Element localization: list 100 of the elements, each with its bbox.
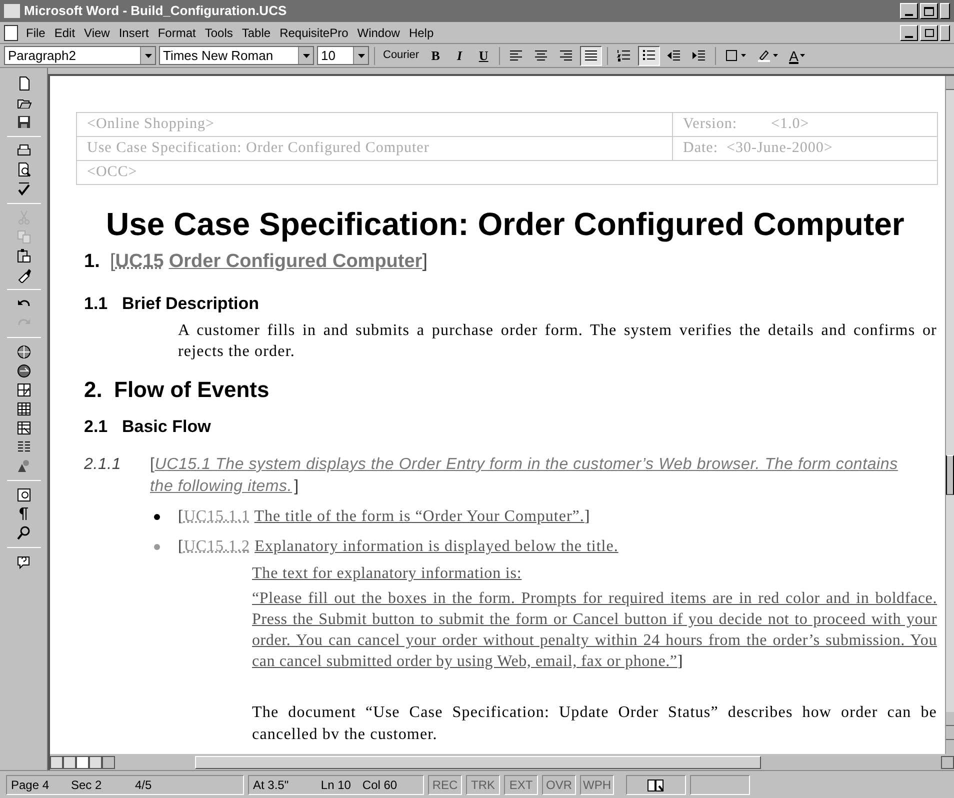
section-heading: Brief Description <box>122 293 259 315</box>
spelling-icon[interactable] <box>16 181 32 197</box>
table-cell: <Online Shopping> <box>77 113 673 136</box>
step-number: 2.1.1 <box>84 455 122 475</box>
caret-icon[interactable] <box>358 54 364 58</box>
align-center-icon <box>534 49 548 62</box>
font-color-button[interactable]: A <box>785 46 810 66</box>
document-title: Use Case Specification: Order Configured Computer <box>106 205 906 243</box>
style-dropdown[interactable]: Paragraph2 <box>4 46 156 65</box>
window-title: Microsoft Word - Build_Configuration.UCS <box>24 2 287 20</box>
highlight-icon <box>757 49 772 62</box>
save-icon[interactable] <box>16 114 32 130</box>
heading-number: 1. <box>84 250 101 274</box>
numbering-icon <box>617 49 632 62</box>
justify-button[interactable] <box>580 46 602 66</box>
underline-button[interactable]: U <box>473 46 494 66</box>
table-cell-text: Version: <1.0> <box>682 115 810 134</box>
maximize-button[interactable] <box>920 3 938 19</box>
bullets-button[interactable] <box>638 46 660 66</box>
status-indicator[interactable]: WPH <box>580 774 614 794</box>
spreadsheet-icon[interactable] <box>16 420 32 436</box>
caret-icon[interactable] <box>800 54 806 57</box>
status-panel <box>690 774 750 794</box>
requirement-tag: UC15 <box>115 247 164 277</box>
list-item-text: [UC15.1.2 Explanatory information is displayed below the title. <box>178 537 618 557</box>
document-map-icon[interactable] <box>16 487 32 503</box>
font-dropdown[interactable]: Times New Roman <box>159 46 314 65</box>
horizontal-scrollbar[interactable] <box>195 756 954 768</box>
menu-item[interactable]: Window <box>357 24 400 42</box>
align-left-icon <box>509 49 524 62</box>
body-paragraph: The document “Use Case Specification: Update Order Status” describes how order can be cancelled bv the customer. <box>252 703 937 745</box>
list-item-text: [UC15.1.1 The title of the form is “Order Your Computer”.] <box>178 507 590 527</box>
justify-icon <box>584 49 598 62</box>
scroll-up-button[interactable] <box>946 76 954 90</box>
status-indicator[interactable]: OVR <box>542 774 576 794</box>
align-right-icon <box>559 49 574 62</box>
table-cell-text: <OCC> <box>86 163 138 182</box>
heading-text: Order Configured Computer <box>168 250 422 274</box>
scroll-right-button[interactable] <box>941 756 954 768</box>
status-indicator[interactable]: REC <box>428 774 462 794</box>
menu-item[interactable]: Format <box>158 24 196 42</box>
menu-item[interactable]: Tools <box>204 24 233 42</box>
section-heading: Flow of Events <box>114 376 270 404</box>
menu-item[interactable]: File <box>26 24 46 42</box>
document-icon[interactable] <box>4 24 18 40</box>
menu-item[interactable]: View <box>84 24 110 42</box>
previous-page-button[interactable] <box>946 712 954 726</box>
print-view-button[interactable] <box>76 756 89 768</box>
caret-icon[interactable] <box>144 54 152 58</box>
caret-icon[interactable] <box>302 54 310 58</box>
character-style-button[interactable]: Courier <box>380 47 422 64</box>
globe-icon[interactable] <box>16 344 32 360</box>
caret-icon[interactable] <box>773 54 778 57</box>
restore-button[interactable] <box>920 24 938 40</box>
print-preview-icon[interactable] <box>16 162 32 178</box>
indent-icon <box>692 49 706 62</box>
shapes-icon[interactable] <box>16 458 32 474</box>
menu-item[interactable]: Help <box>408 24 434 42</box>
scroll-thumb[interactable] <box>946 455 954 495</box>
book-icon[interactable] <box>647 778 665 792</box>
font-size-dropdown[interactable]: 10 <box>317 46 369 65</box>
clipboard-icon[interactable] <box>16 248 32 264</box>
close-button[interactable] <box>940 24 950 40</box>
menu-item[interactable]: Table <box>242 24 271 42</box>
scroll-left-button[interactable] <box>102 756 115 768</box>
heading-number: 2. <box>84 376 104 404</box>
bullets-icon <box>642 49 656 62</box>
status-indicator[interactable]: EXT <box>504 774 538 794</box>
vertical-scrollbar[interactable] <box>945 76 954 754</box>
outline-view-button[interactable] <box>89 756 102 768</box>
bold-button[interactable]: B <box>425 46 446 66</box>
menu-item[interactable]: Insert <box>118 24 149 42</box>
normal-view-button[interactable] <box>50 756 63 768</box>
table-cell: Use Case Specification: Order Configured Computer <box>77 137 673 160</box>
help-icon[interactable] <box>16 554 32 570</box>
outdent-icon <box>667 49 682 62</box>
explanation-text: The text for explanatory information is: <box>252 564 522 584</box>
browse-object-button[interactable] <box>946 726 954 740</box>
table-icon[interactable] <box>16 401 32 417</box>
scroll-thumb[interactable] <box>195 756 761 768</box>
quoted-text: “Please fill out the boxes in the form. Prompts for required items are in red color and in boldface. Press the Submit button to submit the form or Cancel button if you decide not to proceed with your order. You can cancel your order without penalty within 24 hours from the order’s submission. You can cancel submitted order by using Web, email, fax or phone.”] <box>252 589 937 672</box>
heading-number: 1.1 <box>84 293 109 315</box>
menu-item[interactable]: Edit <box>54 24 76 42</box>
section-heading: Basic Flow <box>122 416 211 438</box>
heading-number: 2.1 <box>84 416 109 438</box>
italic-button[interactable]: I <box>449 46 470 66</box>
status-indicator[interactable]: TRK <box>466 774 500 794</box>
close-button[interactable] <box>940 3 950 19</box>
body-paragraph: A customer fills in and submits a purchase order form. The system verifies the details and confirms or rejects the order. <box>178 321 937 362</box>
minimize-button[interactable] <box>900 3 918 19</box>
brush-icon[interactable] <box>16 267 32 283</box>
caret-icon[interactable] <box>741 54 746 57</box>
menu-item[interactable]: RequisitePro <box>280 24 348 42</box>
magnifier-icon[interactable] <box>16 525 32 541</box>
web-view-button[interactable] <box>63 756 76 768</box>
border-icon <box>725 49 740 62</box>
tables-borders-icon[interactable] <box>16 382 32 398</box>
step-text: [UC15.1 The system displays the Order Entry form in the customer’s Web browser. The form contains the following items.] <box>150 455 899 497</box>
minimize-button[interactable] <box>900 24 918 40</box>
table-cell-text: Date: <30-June-2000> <box>682 139 834 158</box>
